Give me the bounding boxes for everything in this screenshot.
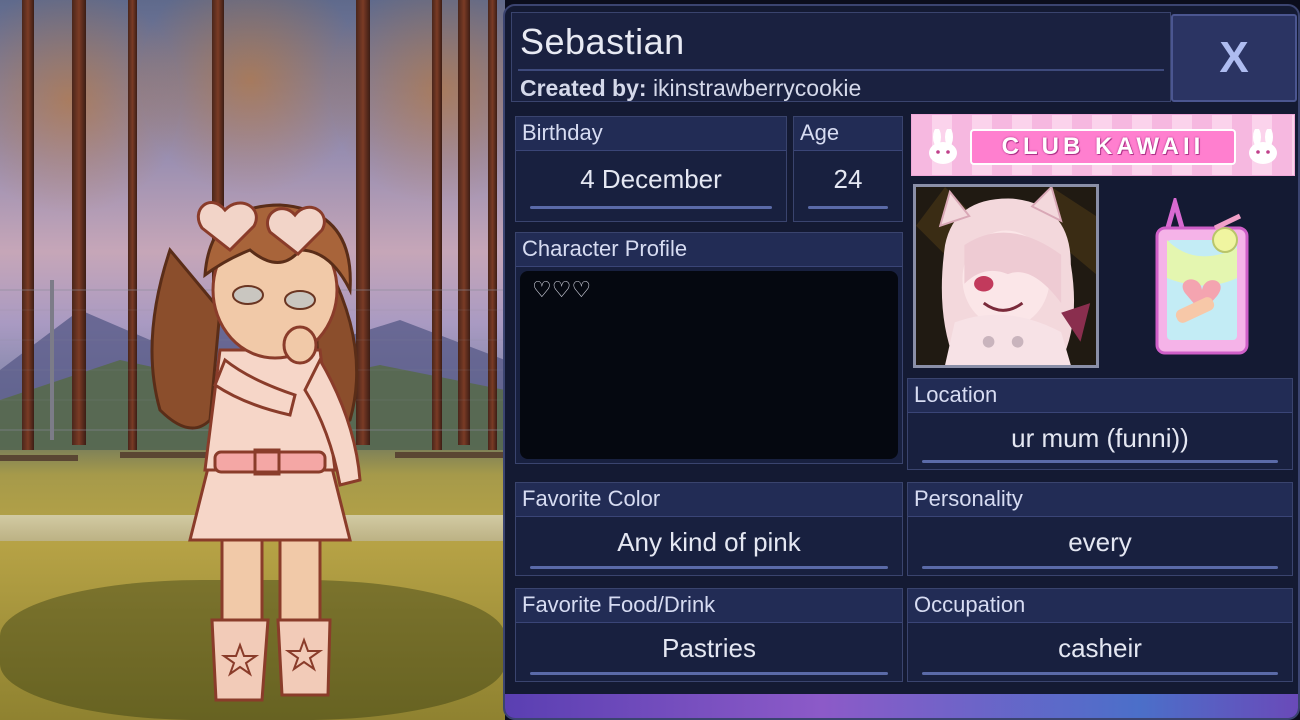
club-kawaii-banner: CLUB KAWAII bbox=[911, 114, 1295, 176]
underline bbox=[530, 566, 888, 569]
underline bbox=[922, 672, 1278, 675]
personality-value: every bbox=[1068, 527, 1132, 557]
occupation-value: casheir bbox=[1058, 633, 1142, 663]
location-label: Location bbox=[908, 379, 1292, 413]
favorite-color-value: Any kind of pink bbox=[617, 527, 801, 557]
banner-text-band: CLUB KAWAII bbox=[970, 129, 1236, 165]
character-profile-panel: Sebastian Created by: ikinstrawberrycook… bbox=[503, 4, 1300, 720]
created-by-label: Created by: bbox=[520, 75, 647, 101]
favorite-color-field[interactable]: Favorite Color Any kind of pink bbox=[515, 482, 903, 576]
underline bbox=[530, 672, 888, 675]
tree-canopy bbox=[140, 0, 360, 200]
banner-text: CLUB KAWAII bbox=[1001, 133, 1205, 160]
age-value: 24 bbox=[833, 164, 863, 194]
character-profile-label: Character Profile bbox=[516, 233, 902, 267]
age-field[interactable]: Age 24 bbox=[793, 116, 903, 222]
age-label: Age bbox=[794, 117, 902, 151]
personality-field[interactable]: Personality every bbox=[907, 482, 1293, 576]
birthday-label: Birthday bbox=[516, 117, 786, 151]
birthday-value: 4 December bbox=[580, 164, 722, 194]
underline bbox=[808, 206, 888, 209]
creator-name: ikinstrawberrycookie bbox=[652, 75, 862, 101]
favorite-food-label: Favorite Food/Drink bbox=[516, 589, 902, 623]
bunny-icon bbox=[1249, 129, 1277, 164]
character-sprite bbox=[130, 180, 400, 710]
underline bbox=[922, 460, 1278, 463]
occupation-label: Occupation bbox=[908, 589, 1292, 623]
character-profile-text[interactable]: ♡♡♡ bbox=[520, 271, 898, 459]
favorite-food-field[interactable]: Favorite Food/Drink Pastries bbox=[515, 588, 903, 682]
portrait-illustration bbox=[916, 187, 1096, 365]
creator-line: Created by: ikinstrawberrycookie bbox=[520, 75, 861, 102]
underline bbox=[530, 206, 772, 209]
title-bar: Sebastian Created by: ikinstrawberrycook… bbox=[511, 12, 1171, 102]
location-field[interactable]: Location ur mum (funni)) bbox=[907, 378, 1293, 470]
personality-label: Personality bbox=[908, 483, 1292, 517]
close-button[interactable]: X bbox=[1171, 14, 1297, 102]
bunny-icon bbox=[929, 129, 957, 164]
birthday-field[interactable]: Birthday 4 December bbox=[515, 116, 787, 222]
location-value: ur mum (funni)) bbox=[1011, 423, 1189, 453]
character-illustration bbox=[150, 201, 362, 702]
bench bbox=[395, 452, 505, 458]
underline bbox=[922, 566, 1278, 569]
character-profile-box[interactable]: Character Profile ♡♡♡ bbox=[515, 232, 903, 464]
character-name: Sebastian bbox=[520, 21, 685, 62]
occupation-field[interactable]: Occupation casheir bbox=[907, 588, 1293, 682]
favorite-food-value: Pastries bbox=[662, 633, 756, 663]
divider bbox=[518, 69, 1164, 71]
favorite-color-label: Favorite Color bbox=[516, 483, 902, 517]
close-icon: X bbox=[1219, 33, 1249, 82]
phone-sticker-illustration bbox=[1155, 193, 1249, 355]
character-portrait[interactable] bbox=[913, 184, 1099, 368]
bench bbox=[0, 455, 78, 461]
phone-sticker-icon bbox=[1145, 193, 1255, 358]
